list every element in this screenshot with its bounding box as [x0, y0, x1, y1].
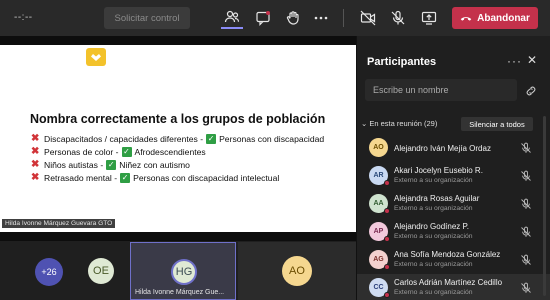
shared-slide: Nombra correctamente a los grupos de pob…: [0, 45, 356, 232]
slide-bullet-list: ✖ Discapacitados / capacidades diferentes…: [31, 132, 324, 184]
participant-name: Alejandro Iván Mejía Ordaz: [394, 144, 491, 153]
shared-content-stage: Nombra correctamente a los grupos de pob…: [0, 36, 356, 241]
participant-row[interactable]: AA Alejandra Rosas Aguilar Externo a su or…: [357, 190, 550, 218]
avatar: HG: [171, 259, 197, 285]
status-badge: [384, 236, 390, 242]
participant-org-note: Externo a su organización: [394, 233, 473, 240]
mic-off-icon[interactable]: [520, 254, 532, 266]
mic-off-icon[interactable]: [520, 170, 532, 182]
more-icon[interactable]: [310, 7, 332, 29]
avatar: OE: [88, 258, 114, 284]
presenter-name-tag: Hilda Ivonne Márquez Guevara GTO: [2, 219, 116, 228]
leave-label: Abandonar: [477, 12, 530, 24]
section-label: En esta reunión (29): [369, 119, 438, 128]
participant-row[interactable]: AG Ana Sofía Mendoza González Externo a su…: [357, 246, 550, 274]
participant-org-note: Externo a su organización: [394, 205, 473, 212]
incorrect-term: Personas de color -: [44, 146, 119, 157]
participant-name: Ana Sofía Mendoza González: [394, 250, 501, 259]
participant-list: AO Alejandro Iván Mejía Ordaz AR Akari Joce…: [357, 134, 550, 300]
request-control-button[interactable]: Solicitar control: [104, 7, 190, 29]
checkmark-icon: ✓: [120, 172, 131, 183]
participant-name: Alejandra Rosas Aguilar: [394, 194, 480, 203]
cross-icon: ✖: [31, 172, 40, 183]
checkmark-icon: ✓: [106, 159, 117, 170]
status-badge: [384, 180, 390, 186]
more-participants-badge[interactable]: +26: [35, 258, 63, 286]
slide-bullet-line: ✖ Retrasado mental - ✓ Personas con discapa…: [31, 171, 324, 184]
share-screen-icon[interactable]: [418, 7, 440, 29]
participant-name: Alejandro Godínez P.: [394, 222, 470, 231]
participant-tile[interactable]: AO: [238, 242, 356, 300]
participant-org-note: Externo a su organización: [394, 261, 473, 268]
status-badge: [384, 208, 390, 214]
correct-term: Niñez con autismo: [119, 159, 190, 170]
incorrect-term: Discapacitados / capacidades diferentes …: [44, 133, 204, 144]
chat-icon[interactable]: [252, 7, 274, 29]
cross-icon: ✖: [31, 133, 40, 144]
raise-hand-icon[interactable]: [282, 7, 304, 29]
panel-scrollbar[interactable]: [543, 116, 546, 296]
slide-title: Nombra correctamente a los grupos de pob…: [30, 112, 326, 126]
participant-tile-name: Hilda Ivonne Márquez Gue...: [135, 289, 225, 296]
meeting-toolbar: --:-- Solicitar control Abandonar: [0, 0, 550, 36]
incorrect-term: Niños autistas -: [44, 159, 104, 170]
cross-icon: ✖: [31, 146, 40, 157]
more-options-icon[interactable]: ···: [507, 54, 522, 68]
slide-bullet-line: ✖ Discapacitados / capacidades diferentes…: [31, 132, 324, 145]
mic-off-icon[interactable]: [520, 142, 532, 154]
correct-term: Personas con discapacidad: [219, 133, 325, 144]
checkmark-icon: ✓: [206, 133, 217, 144]
participant-tile-active[interactable]: HG Hilda Ivonne Márquez Gue...: [130, 242, 236, 300]
mic-off-icon[interactable]: [520, 282, 532, 294]
participant-search-input[interactable]: Escribe un nombre: [365, 79, 517, 101]
people-icon[interactable]: [221, 7, 243, 29]
incorrect-term: Retrasado mental -: [44, 172, 118, 183]
mute-all-button[interactable]: Silenciar a todos: [461, 117, 533, 131]
share-invite-icon[interactable]: [525, 84, 537, 102]
participant-row[interactable]: CC Carlos Adrián Martínez Cedillo Externo …: [357, 274, 550, 300]
participant-row[interactable]: AP Alejandro Godínez P. Externo a su organ…: [357, 218, 550, 246]
cross-icon: ✖: [31, 159, 40, 170]
participant-row[interactable]: AO Alejandro Iván Mejía Ordaz: [357, 134, 550, 162]
mic-off-icon[interactable]: [387, 7, 409, 29]
checkmark-icon: ✓: [121, 146, 132, 157]
status-badge: [384, 264, 390, 270]
avatar: AO: [369, 138, 388, 157]
participant-name: Akari Jocelyn Eusebio R.: [394, 166, 483, 175]
participant-name: Carlos Adrián Martínez Cedillo: [394, 278, 503, 287]
participant-org-note: Externo a su organización: [394, 177, 473, 184]
status-badge: [384, 292, 390, 298]
teams-meeting-window: --:-- Solicitar control Abandonar Nombra…: [0, 0, 550, 300]
organization-logo: [86, 48, 106, 66]
mic-off-icon[interactable]: [520, 198, 532, 210]
correct-term: Afrodescendientes: [134, 146, 206, 157]
camera-off-icon[interactable]: [357, 7, 379, 29]
slide-bullet-line: ✖ Personas de color - ✓ Afrodescendientes: [31, 145, 324, 158]
participant-org-note: Externo a su organización: [394, 289, 473, 296]
close-icon[interactable]: ✕: [527, 53, 537, 67]
slide-bullet-line: ✖ Niños autistas - ✓ Niñez con autismo: [31, 158, 324, 171]
participants-panel: Participantes ··· ✕ Escribe un nombre ⌄ …: [356, 36, 550, 300]
panel-title: Participantes: [367, 56, 437, 68]
participant-row[interactable]: AR Akari Jocelyn Eusebio R. Externo a su o…: [357, 162, 550, 190]
toolbar-divider: [343, 9, 344, 27]
meeting-timer: --:--: [14, 12, 33, 23]
in-meeting-section-header[interactable]: ⌄ En esta reunión (29): [361, 119, 437, 128]
avatar: AO: [282, 256, 312, 286]
leave-meeting-button[interactable]: Abandonar: [452, 7, 538, 29]
phone-icon: [460, 17, 472, 21]
participant-tile[interactable]: OE: [74, 242, 128, 300]
correct-term: Personas con discapacidad intelectual: [133, 172, 280, 183]
mic-off-icon[interactable]: [520, 226, 532, 238]
